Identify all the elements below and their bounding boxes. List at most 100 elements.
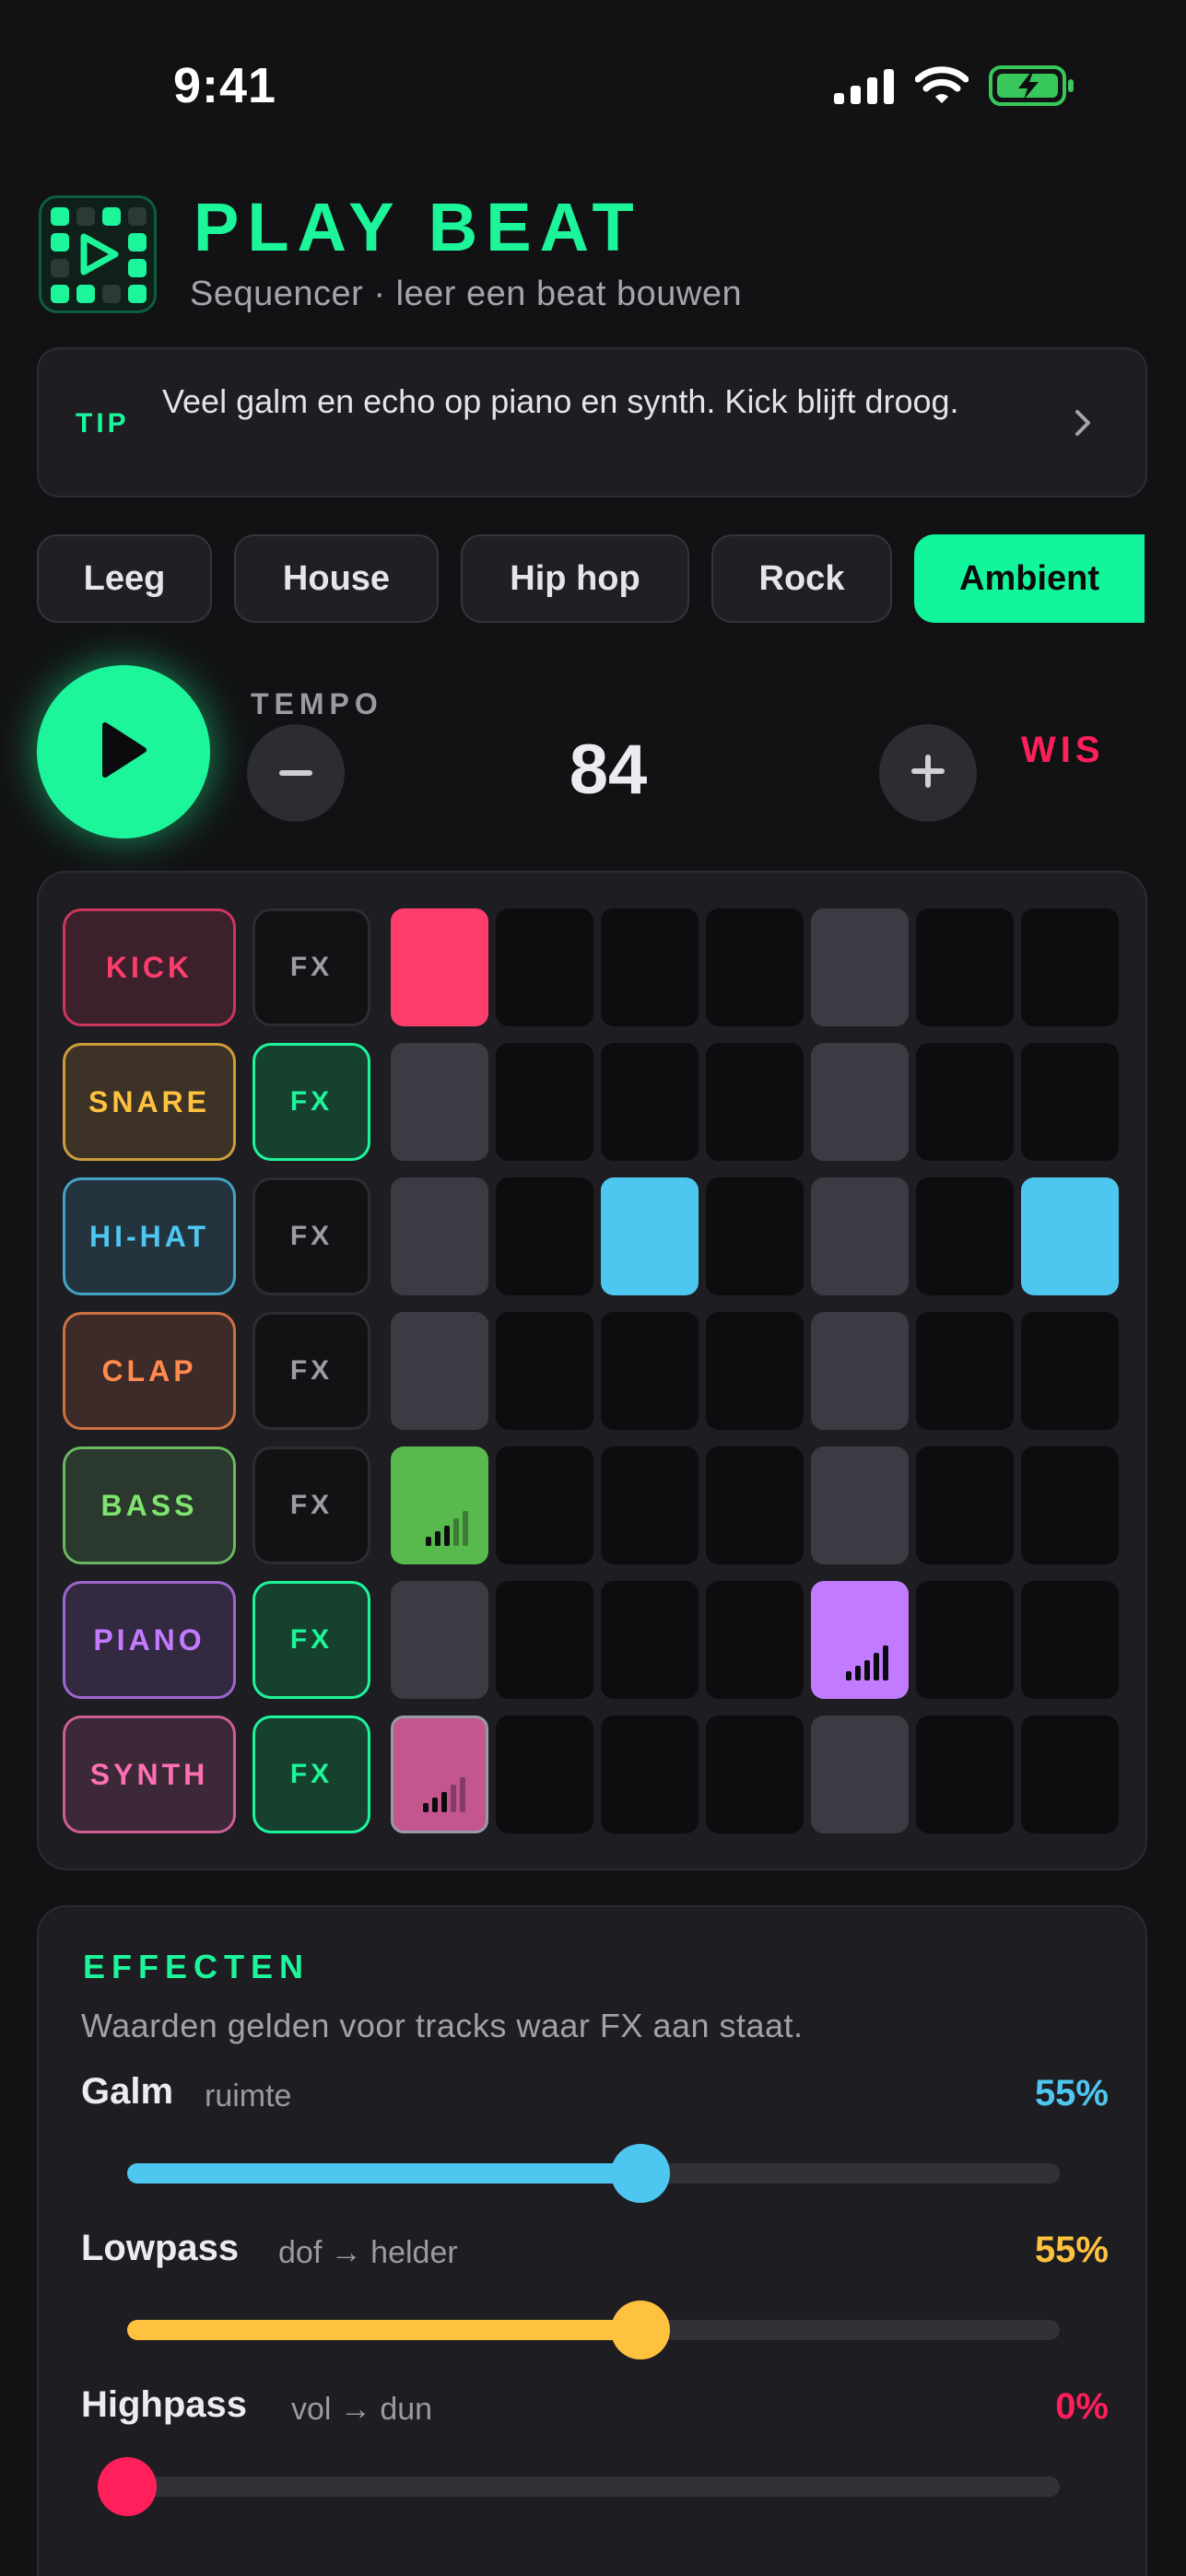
slider-thumb[interactable] bbox=[98, 2457, 157, 2516]
step-empty[interactable] bbox=[1021, 1715, 1119, 1833]
step-empty[interactable] bbox=[916, 1177, 1014, 1295]
step-empty[interactable] bbox=[1021, 1446, 1119, 1564]
step-empty[interactable] bbox=[811, 908, 909, 1026]
step-empty[interactable] bbox=[391, 1177, 488, 1295]
sequencer-grid: KICK FX SNARE FX HI-HAT FX CLAP FX BASS FX PIANO FX… bbox=[37, 871, 1147, 1870]
step-empty[interactable] bbox=[601, 1043, 699, 1161]
slider-fill bbox=[127, 2163, 640, 2184]
track-name-snare[interactable]: SNARE bbox=[63, 1043, 236, 1161]
step-empty[interactable] bbox=[601, 1581, 699, 1699]
preset-ambient[interactable]: Ambient bbox=[914, 534, 1145, 623]
effect-slider-lowpass[interactable] bbox=[127, 2301, 1060, 2359]
track-name-piano[interactable]: PIANO bbox=[63, 1581, 236, 1699]
preset-rock[interactable]: Rock bbox=[711, 534, 892, 623]
track-row-piano: PIANO FX bbox=[63, 1581, 1122, 1699]
step-empty[interactable] bbox=[916, 1581, 1014, 1699]
effect-row-galm: Galm ruimte 55% bbox=[81, 2071, 1109, 2203]
fx-toggle-clap[interactable]: FX bbox=[252, 1312, 370, 1430]
track-name-kick[interactable]: KICK bbox=[63, 908, 236, 1026]
step-empty[interactable] bbox=[496, 1446, 593, 1564]
step-empty[interactable] bbox=[706, 1177, 804, 1295]
tip-text: Veel galm en echo op piano en synth. Kic… bbox=[162, 382, 959, 420]
preset-house[interactable]: House bbox=[234, 534, 439, 623]
effect-slider-galm[interactable] bbox=[127, 2144, 1060, 2203]
step-empty[interactable] bbox=[496, 908, 593, 1026]
step-empty[interactable] bbox=[811, 1446, 909, 1564]
step-empty[interactable] bbox=[496, 1043, 593, 1161]
track-row-kick: KICK FX bbox=[63, 908, 1122, 1026]
step-empty[interactable] bbox=[1021, 1312, 1119, 1430]
effect-row-highpass: Highpass vol → dun 0% bbox=[81, 2384, 1109, 2516]
step-active[interactable] bbox=[1021, 1177, 1119, 1295]
step-empty[interactable] bbox=[811, 1043, 909, 1161]
step-empty[interactable] bbox=[496, 1715, 593, 1833]
fx-toggle-kick[interactable]: FX bbox=[252, 908, 370, 1026]
effect-name: Galm bbox=[81, 2071, 174, 2112]
step-empty[interactable] bbox=[391, 1043, 488, 1161]
step-empty[interactable] bbox=[1021, 908, 1119, 1026]
tip-label: TIP bbox=[76, 408, 130, 439]
step-empty[interactable] bbox=[706, 908, 804, 1026]
step-empty[interactable] bbox=[811, 1312, 909, 1430]
step-active[interactable] bbox=[391, 1446, 488, 1564]
track-name-synth[interactable]: SYNTH bbox=[63, 1715, 236, 1833]
preset-leeg[interactable]: Leeg bbox=[37, 534, 212, 623]
tempo-label: TEMPO bbox=[251, 687, 383, 720]
effect-slider-highpass[interactable] bbox=[98, 2457, 1060, 2516]
step-empty[interactable] bbox=[496, 1312, 593, 1430]
slider-thumb[interactable] bbox=[610, 2301, 670, 2359]
tempo-decrease-button[interactable] bbox=[247, 724, 345, 822]
step-empty[interactable] bbox=[391, 1312, 488, 1430]
step-empty[interactable] bbox=[916, 1312, 1014, 1430]
step-empty[interactable] bbox=[391, 1581, 488, 1699]
clear-button[interactable]: WIS bbox=[1021, 730, 1105, 771]
step-empty[interactable] bbox=[916, 1446, 1014, 1564]
fx-toggle-synth[interactable]: FX bbox=[252, 1715, 370, 1833]
step-empty[interactable] bbox=[916, 1715, 1014, 1833]
step-active[interactable] bbox=[811, 1581, 909, 1699]
play-icon bbox=[96, 720, 151, 785]
step-active[interactable] bbox=[391, 1715, 488, 1833]
effect-row-lowpass: Lowpass dof → helder 55% bbox=[81, 2228, 1109, 2359]
track-name-clap[interactable]: CLAP bbox=[63, 1312, 236, 1430]
effects-description: Waarden gelden voor tracks waar FX aan s… bbox=[81, 2007, 804, 2044]
tempo-increase-button[interactable] bbox=[879, 724, 977, 822]
track-row-bass: BASS FX bbox=[63, 1446, 1122, 1564]
step-empty[interactable] bbox=[496, 1177, 593, 1295]
effect-description: vol → dun bbox=[291, 2392, 433, 2427]
step-empty[interactable] bbox=[706, 1715, 804, 1833]
step-empty[interactable] bbox=[1021, 1581, 1119, 1699]
tip-card[interactable]: TIP Veel galm en echo op piano en synth.… bbox=[37, 347, 1147, 498]
fx-toggle-bass[interactable]: FX bbox=[252, 1446, 370, 1564]
step-empty[interactable] bbox=[706, 1312, 804, 1430]
effect-value: 55% bbox=[1034, 2230, 1109, 2270]
slider-fill bbox=[127, 2320, 640, 2340]
track-name-hi-hat[interactable]: HI-HAT bbox=[63, 1177, 236, 1295]
step-empty[interactable] bbox=[706, 1581, 804, 1699]
step-empty[interactable] bbox=[811, 1715, 909, 1833]
step-empty[interactable] bbox=[916, 908, 1014, 1026]
play-button[interactable] bbox=[37, 665, 210, 838]
velocity-bars-icon bbox=[846, 1645, 888, 1680]
step-empty[interactable] bbox=[601, 908, 699, 1026]
effects-title: EFFECTEN bbox=[83, 1948, 311, 1985]
step-empty[interactable] bbox=[706, 1043, 804, 1161]
fx-toggle-hi-hat[interactable]: FX bbox=[252, 1177, 370, 1295]
step-empty[interactable] bbox=[496, 1581, 593, 1699]
step-empty[interactable] bbox=[811, 1177, 909, 1295]
step-active[interactable] bbox=[601, 1177, 699, 1295]
step-empty[interactable] bbox=[601, 1446, 699, 1564]
step-empty[interactable] bbox=[1021, 1043, 1119, 1161]
step-empty[interactable] bbox=[601, 1715, 699, 1833]
preset-hip-hop[interactable]: Hip hop bbox=[461, 534, 689, 623]
step-empty[interactable] bbox=[706, 1446, 804, 1564]
step-empty[interactable] bbox=[916, 1043, 1014, 1161]
step-empty[interactable] bbox=[601, 1312, 699, 1430]
fx-toggle-piano[interactable]: FX bbox=[252, 1581, 370, 1699]
track-row-synth: SYNTH FX bbox=[63, 1715, 1122, 1833]
minus-icon bbox=[279, 765, 312, 781]
fx-toggle-snare[interactable]: FX bbox=[252, 1043, 370, 1161]
step-active[interactable] bbox=[391, 908, 488, 1026]
slider-thumb[interactable] bbox=[610, 2144, 670, 2203]
track-name-bass[interactable]: BASS bbox=[63, 1446, 236, 1564]
